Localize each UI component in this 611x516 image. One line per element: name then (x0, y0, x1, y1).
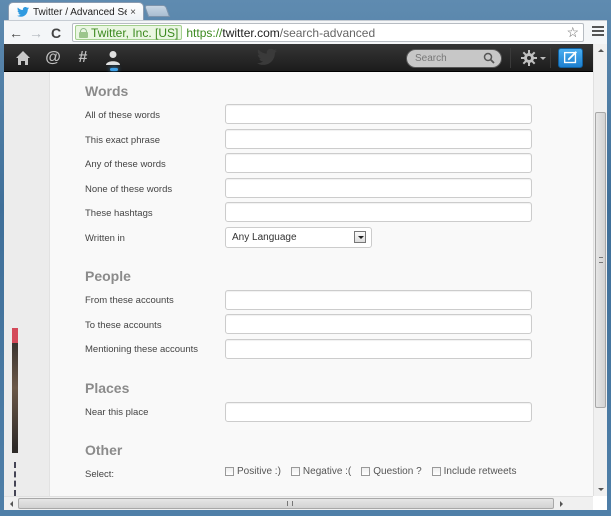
tab-close-icon[interactable]: × (130, 7, 136, 18)
checkbox-label: Include retweets (443, 466, 517, 477)
browser-toolbar: ← → C Twitter, Inc. [US] https://twitter… (4, 20, 607, 44)
scrollbar-corner (593, 496, 607, 510)
tab-title: Twitter / Advanced Search (33, 6, 128, 18)
connect-at-icon[interactable]: @ (44, 49, 62, 67)
url-scheme: https:// (186, 25, 223, 40)
lock-icon (79, 27, 88, 38)
other-options: Positive :) Negative :( Question ? Inclu… (225, 466, 526, 477)
label-select: Select: (85, 469, 115, 480)
checkbox-label: Negative :( (302, 466, 352, 477)
section-title-other: Other (85, 442, 123, 458)
url-text[interactable]: https://twitter.com/search-advanced (186, 26, 375, 40)
back-arrow-icon: ← (9, 24, 23, 41)
home-icon[interactable] (14, 49, 32, 67)
background-image (12, 328, 18, 453)
grip-icon (287, 501, 293, 506)
grip-icon (599, 257, 603, 263)
new-tab-button[interactable] (143, 5, 171, 17)
label-all-words: All of these words (85, 110, 160, 121)
ev-certificate-badge[interactable]: Twitter, Inc. [US] (75, 25, 183, 40)
reload-icon: C (50, 24, 62, 41)
any-words-input[interactable] (225, 153, 532, 173)
none-words-input[interactable] (225, 178, 532, 198)
advanced-search-form: Words All of these words This exact phra… (49, 72, 593, 496)
forward-arrow-icon: → (29, 24, 43, 41)
label-written-in: Written in (85, 233, 125, 244)
label-near-place: Near this place (85, 407, 149, 418)
ev-org-name: Twitter, Inc. [US] (91, 25, 179, 40)
discover-hash-icon[interactable]: # (74, 49, 92, 67)
vertical-scroll-thumb[interactable] (595, 112, 606, 408)
divider (510, 48, 511, 68)
mentioning-accounts-input[interactable] (225, 339, 532, 359)
compose-tweet-button[interactable] (558, 48, 583, 68)
label-mentioning-accounts: Mentioning these accounts (85, 344, 199, 355)
label-none-words: None of these words (85, 184, 173, 195)
page-viewport: Words All of these words This exact phra… (4, 72, 593, 496)
checkbox-label: Positive :) (237, 466, 281, 477)
label-to-accounts: To these accounts (85, 320, 162, 331)
label-from-accounts: From these accounts (85, 295, 174, 306)
background-text (14, 462, 16, 496)
browser-tab-active[interactable]: Twitter / Advanced Search × (8, 2, 144, 21)
forward-button[interactable]: → (26, 23, 46, 43)
scroll-down-arrow-icon[interactable] (598, 488, 604, 491)
browser-menu-icon[interactable] (592, 24, 604, 40)
all-words-input[interactable] (225, 104, 532, 124)
background-left (4, 72, 49, 496)
hashtags-input[interactable] (225, 202, 532, 222)
language-select-value: Any Language (232, 232, 297, 243)
reload-button[interactable]: C (46, 23, 66, 43)
section-title-places: Places (85, 380, 130, 396)
scroll-right-arrow-icon[interactable] (560, 501, 563, 507)
from-accounts-input[interactable] (225, 290, 532, 310)
tab-strip: Twitter / Advanced Search × (0, 0, 607, 21)
horizontal-scrollbar[interactable] (4, 496, 593, 510)
negative-checkbox[interactable]: Negative :( (290, 466, 352, 477)
scroll-left-arrow-icon[interactable] (10, 501, 13, 507)
to-accounts-input[interactable] (225, 314, 532, 334)
twitter-bird-icon (17, 7, 29, 17)
positive-checkbox[interactable]: Positive :) (225, 466, 281, 477)
label-any-words: Any of these words (85, 159, 166, 170)
url-path: /search-advanced (279, 25, 376, 40)
gear-icon[interactable] (520, 49, 538, 67)
active-tab-indicator (110, 68, 118, 71)
address-bar[interactable]: Twitter, Inc. [US] https://twitter.com/s… (72, 23, 584, 42)
checkbox-box[interactable] (431, 467, 441, 476)
language-select[interactable]: Any Language (225, 227, 372, 248)
exact-phrase-input[interactable] (225, 129, 532, 149)
url-host: twitter.com (222, 25, 280, 40)
near-place-input[interactable] (225, 402, 532, 422)
scroll-up-arrow-icon[interactable] (598, 49, 604, 52)
checkbox-box[interactable] (290, 467, 300, 476)
include-retweets-checkbox[interactable]: Include retweets (431, 466, 517, 477)
twitter-topbar: @ # Search (4, 44, 593, 72)
checkbox-label: Question ? (373, 466, 422, 477)
label-hashtags: These hashtags (85, 208, 153, 219)
label-exact-phrase: This exact phrase (85, 135, 160, 146)
horizontal-scroll-thumb[interactable] (18, 498, 554, 509)
twitter-search-input[interactable]: Search (406, 49, 502, 68)
checkbox-box[interactable] (225, 467, 234, 476)
bookmark-star-icon[interactable]: ☆ (566, 24, 579, 41)
compose-icon (563, 51, 577, 64)
me-profile-icon[interactable] (104, 49, 122, 67)
search-placeholder: Search (415, 53, 447, 64)
divider (550, 48, 551, 68)
question-checkbox[interactable]: Question ? (361, 466, 422, 477)
search-icon[interactable] (483, 52, 495, 64)
checkbox-box[interactable] (361, 467, 371, 476)
section-title-people: People (85, 268, 131, 284)
section-title-words: Words (85, 83, 129, 99)
twitter-logo-icon[interactable] (257, 48, 277, 66)
back-button[interactable]: ← (6, 23, 26, 43)
vertical-scrollbar[interactable] (593, 44, 607, 496)
chevron-down-icon (540, 57, 546, 60)
dropdown-arrow-icon[interactable] (354, 231, 366, 243)
